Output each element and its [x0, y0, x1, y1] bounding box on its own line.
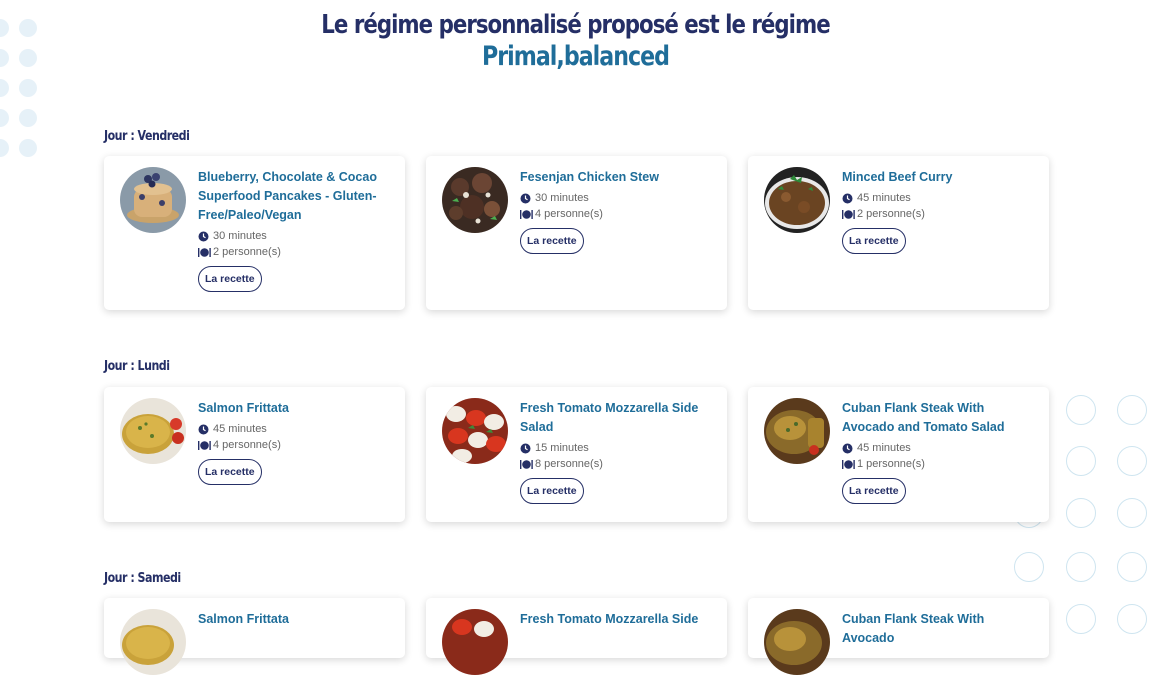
- recipe-servings-value: 1 personne(s): [857, 458, 925, 470]
- recipe-title[interactable]: Salmon Frittata: [198, 399, 391, 418]
- plate-cutlery-icon: [842, 459, 855, 470]
- recipe-image-caprese[interactable]: [442, 609, 508, 675]
- recipe-title[interactable]: Cuban Flank Steak With Avocado: [842, 610, 1035, 648]
- recipe-time-value: 15 minutes: [535, 442, 589, 454]
- recipe-link-button[interactable]: La recette: [198, 266, 262, 292]
- clock-icon: [198, 424, 209, 435]
- recipe-link-button[interactable]: La recette: [842, 478, 906, 504]
- plate-cutlery-icon: [520, 459, 533, 470]
- recipe-card: Cuban Flank Steak With Avocado and Tomat…: [748, 387, 1049, 522]
- recipe-servings: 8 personne(s): [520, 456, 713, 472]
- recipe-title[interactable]: Fresh Tomato Mozzarella Side: [520, 610, 713, 629]
- recipe-servings-value: 8 personne(s): [535, 458, 603, 470]
- recipe-card: Fresh Tomato Mozzarella Side: [426, 598, 727, 675]
- recipe-time: 15 minutes: [520, 440, 713, 456]
- recipe-card: Fresh Tomato Mozzarella Side Salad 15 mi…: [426, 387, 727, 522]
- plate-cutlery-icon: [198, 440, 211, 451]
- recipe-title[interactable]: Fresh Tomato Mozzarella Side Salad: [520, 399, 713, 437]
- recipe-servings-value: 2 personne(s): [213, 246, 281, 258]
- recipe-card: Fesenjan Chicken Stew 30 minutes 4 perso…: [426, 156, 727, 310]
- recipe-servings-value: 4 personne(s): [213, 439, 281, 451]
- day-label-lundi: Jour : Lundi: [104, 359, 170, 374]
- day-label-samedi: Jour : Samedi: [104, 571, 181, 586]
- recipe-time-value: 30 minutes: [535, 192, 589, 204]
- recipe-link-button[interactable]: La recette: [842, 228, 906, 254]
- day-label-vendredi: Jour : Vendredi: [104, 129, 190, 144]
- recipe-card: Minced Beef Curry 45 minutes 2 personne(…: [748, 156, 1049, 310]
- plate-cutlery-icon: [842, 209, 855, 220]
- recipe-time-value: 45 minutes: [857, 192, 911, 204]
- recipe-servings: 2 personne(s): [842, 206, 1035, 222]
- page-title-line1: Le régime personnalisé proposé est le ré…: [321, 10, 830, 40]
- recipe-card: Salmon Frittata 45 minutes 4 personne(s)…: [104, 387, 405, 522]
- recipe-servings-value: 2 personne(s): [857, 208, 925, 220]
- clock-icon: [842, 193, 853, 204]
- recipe-image-steak[interactable]: [764, 398, 830, 464]
- recipe-card: Salmon Frittata: [104, 598, 405, 675]
- page-title: Le régime personnalisé proposé est le ré…: [0, 8, 1151, 72]
- recipe-time: 45 minutes: [842, 440, 1035, 456]
- page-title-diet-name: Primal,balanced: [481, 41, 670, 72]
- recipe-link-button[interactable]: La recette: [198, 459, 262, 485]
- recipe-time-value: 45 minutes: [857, 442, 911, 454]
- clock-icon: [520, 193, 531, 204]
- recipe-link-button[interactable]: La recette: [520, 228, 584, 254]
- recipe-image-curry[interactable]: [764, 167, 830, 233]
- recipe-image-frittata[interactable]: [120, 609, 186, 675]
- recipe-image-steak[interactable]: [764, 609, 830, 675]
- recipe-servings-value: 4 personne(s): [535, 208, 603, 220]
- recipe-servings: 1 personne(s): [842, 456, 1035, 472]
- recipe-servings: 4 personne(s): [198, 437, 391, 453]
- recipe-card: Cuban Flank Steak With Avocado: [748, 598, 1049, 675]
- recipe-title[interactable]: Blueberry, Chocolate & Cocao Superfood P…: [198, 168, 391, 225]
- clock-icon: [520, 443, 531, 454]
- recipe-time: 30 minutes: [198, 228, 391, 244]
- plate-cutlery-icon: [520, 209, 533, 220]
- recipe-image-stew[interactable]: [442, 167, 508, 233]
- recipe-servings: 4 personne(s): [520, 206, 713, 222]
- recipe-time-value: 45 minutes: [213, 423, 267, 435]
- recipe-time: 30 minutes: [520, 190, 713, 206]
- recipe-image-pancakes[interactable]: [120, 167, 186, 233]
- recipe-card: Blueberry, Chocolate & Cocao Superfood P…: [104, 156, 405, 310]
- recipe-title[interactable]: Salmon Frittata: [198, 610, 391, 629]
- recipe-link-button[interactable]: La recette: [520, 478, 584, 504]
- recipe-time: 45 minutes: [842, 190, 1035, 206]
- plate-cutlery-icon: [198, 247, 211, 258]
- recipe-title[interactable]: Minced Beef Curry: [842, 168, 1035, 187]
- recipe-image-caprese[interactable]: [442, 398, 508, 464]
- clock-icon: [198, 231, 209, 242]
- clock-icon: [842, 443, 853, 454]
- recipe-servings: 2 personne(s): [198, 244, 391, 260]
- recipe-time: 45 minutes: [198, 421, 391, 437]
- recipe-title[interactable]: Fesenjan Chicken Stew: [520, 168, 713, 187]
- recipe-title[interactable]: Cuban Flank Steak With Avocado and Tomat…: [842, 399, 1035, 437]
- recipe-image-frittata[interactable]: [120, 398, 186, 464]
- recipe-time-value: 30 minutes: [213, 230, 267, 242]
